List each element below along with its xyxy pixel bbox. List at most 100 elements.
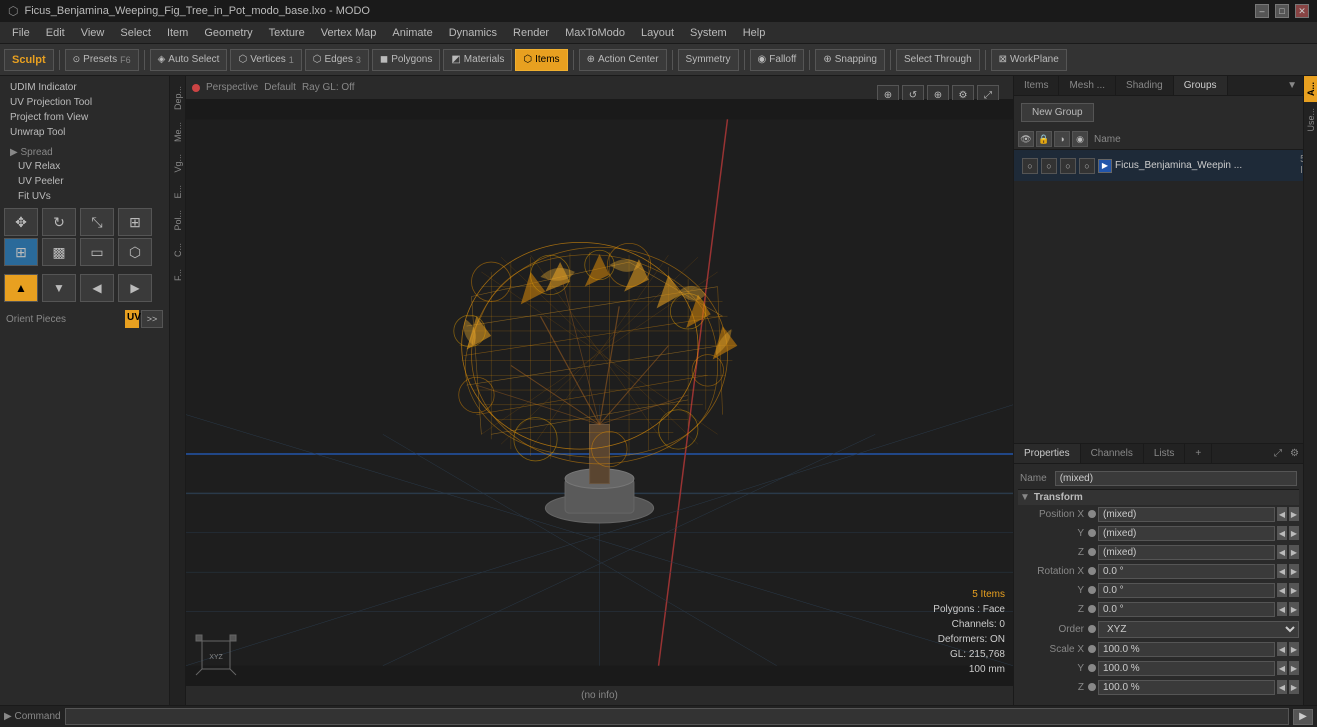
menu-edit[interactable]: Edit bbox=[38, 25, 73, 41]
rot-y-input[interactable] bbox=[1098, 583, 1275, 598]
group-vis-icon[interactable]: ◑ bbox=[1054, 131, 1070, 147]
vtab-vg[interactable]: Vg... bbox=[171, 148, 185, 179]
menu-item[interactable]: Item bbox=[159, 25, 196, 41]
scale-z-input[interactable] bbox=[1098, 680, 1275, 695]
group-item-row[interactable]: ○ ○ ○ ○ ▶ Ficus_Benjamina_Weepin ... 5 I… bbox=[1014, 150, 1303, 181]
rot-z-left[interactable]: ◀ bbox=[1277, 602, 1287, 616]
menu-select[interactable]: Select bbox=[112, 25, 159, 41]
ptab-lists[interactable]: Lists bbox=[1144, 444, 1186, 463]
rot-z-right[interactable]: ▶ bbox=[1289, 602, 1299, 616]
props-settings-btn[interactable]: ⚙ bbox=[1286, 444, 1303, 463]
pos-y-left[interactable]: ◀ bbox=[1277, 526, 1287, 540]
nav-cube[interactable]: XYZ bbox=[194, 633, 238, 677]
new-group-button[interactable]: New Group bbox=[1021, 103, 1094, 122]
scale-z-left[interactable]: ◀ bbox=[1277, 680, 1287, 694]
action-center-button[interactable]: ⊕ Action Center bbox=[579, 49, 667, 71]
rot-y-right[interactable]: ▶ bbox=[1289, 583, 1299, 597]
vtab-c[interactable]: C... bbox=[171, 237, 185, 263]
close-button[interactable]: ✕ bbox=[1295, 4, 1309, 18]
pos-z-right[interactable]: ▶ bbox=[1289, 545, 1299, 559]
falloff-button[interactable]: ◉ Falloff bbox=[750, 49, 805, 71]
udim-indicator-tool[interactable]: UDIM Indicator bbox=[4, 80, 165, 95]
pos-y-input[interactable] bbox=[1098, 526, 1275, 541]
menu-help[interactable]: Help bbox=[735, 25, 774, 41]
plane-btn[interactable]: ▭ bbox=[80, 238, 114, 266]
maximize-button[interactable]: □ bbox=[1275, 4, 1289, 18]
ptab-properties[interactable]: Properties bbox=[1014, 444, 1081, 463]
checkers-btn[interactable]: ▩ bbox=[42, 238, 76, 266]
menu-texture[interactable]: Texture bbox=[261, 25, 313, 41]
rot-z-input[interactable] bbox=[1098, 602, 1275, 617]
fit-uvs-tool[interactable]: Fit UVs bbox=[4, 189, 165, 204]
rtab-shading[interactable]: Shading bbox=[1116, 76, 1174, 95]
snapping-button[interactable]: ⊕ Snapping bbox=[815, 49, 885, 71]
materials-button[interactable]: ◩ Materials bbox=[443, 49, 512, 71]
command-run-button[interactable]: ▶ bbox=[1293, 709, 1313, 725]
arrow-down-btn[interactable]: ▼ bbox=[42, 274, 76, 302]
project-from-view-tool[interactable]: Project from View bbox=[4, 110, 165, 125]
rot-x-input[interactable] bbox=[1098, 564, 1275, 579]
rtab-mesh[interactable]: Mesh ... bbox=[1059, 76, 1116, 95]
move-tool-btn[interactable]: ✥ bbox=[4, 208, 38, 236]
select-through-button[interactable]: Select Through bbox=[896, 49, 980, 71]
group-lock-icon[interactable]: 🔒 bbox=[1036, 131, 1052, 147]
transform-tool-btn[interactable]: ⊞ bbox=[118, 208, 152, 236]
menu-layout[interactable]: Layout bbox=[633, 25, 682, 41]
auto-select-button[interactable]: ◈ Auto Select bbox=[150, 49, 228, 71]
scale-y-input[interactable] bbox=[1098, 661, 1275, 676]
rot-x-right[interactable]: ▶ bbox=[1289, 564, 1299, 578]
symmetry-button[interactable]: Symmetry bbox=[678, 49, 739, 71]
right-expand-btn[interactable]: ▼ bbox=[1281, 76, 1303, 95]
vtab-dep[interactable]: Dep... bbox=[171, 80, 185, 116]
transform-section-header[interactable]: ▼ Transform bbox=[1018, 489, 1299, 505]
mesh-btn[interactable]: ⬡ bbox=[118, 238, 152, 266]
menu-maxtomodo[interactable]: MaxToModo bbox=[557, 25, 633, 41]
group-eye-icon[interactable]: 👁 bbox=[1018, 131, 1034, 147]
props-expand-btn[interactable]: ⤢ bbox=[1270, 444, 1286, 463]
vtab-pol[interactable]: Pol... bbox=[171, 204, 185, 237]
rtab-items[interactable]: Items bbox=[1014, 76, 1059, 95]
menu-render[interactable]: Render bbox=[505, 25, 557, 41]
scale-x-input[interactable] bbox=[1098, 642, 1275, 657]
edges-button[interactable]: ⬡ Edges 3 bbox=[305, 49, 369, 71]
rvtab-a[interactable]: A... bbox=[1304, 76, 1317, 102]
group-item-lock[interactable]: ○ bbox=[1041, 158, 1057, 174]
ptab-add[interactable]: + bbox=[1185, 444, 1212, 463]
menu-file[interactable]: File bbox=[4, 25, 38, 41]
items-button[interactable]: ⬡ Items bbox=[515, 49, 567, 71]
presets-button[interactable]: ⊙ Presets F6 bbox=[65, 49, 139, 71]
uv-grid-btn[interactable]: ⊞ bbox=[4, 238, 38, 266]
scale-x-left[interactable]: ◀ bbox=[1277, 642, 1287, 656]
pos-y-right[interactable]: ▶ bbox=[1289, 526, 1299, 540]
menu-dynamics[interactable]: Dynamics bbox=[441, 25, 505, 41]
name-prop-input[interactable] bbox=[1055, 471, 1297, 486]
titlebar-controls[interactable]: – □ ✕ bbox=[1255, 4, 1309, 18]
rot-x-left[interactable]: ◀ bbox=[1277, 564, 1287, 578]
menu-animate[interactable]: Animate bbox=[384, 25, 440, 41]
scale-x-right[interactable]: ▶ bbox=[1289, 642, 1299, 656]
rvtab-use[interactable]: Use... bbox=[1304, 102, 1317, 138]
menu-geometry[interactable]: Geometry bbox=[196, 25, 260, 41]
vtab-e[interactable]: E... bbox=[171, 179, 185, 205]
uv-relax-tool[interactable]: UV Relax bbox=[4, 159, 165, 174]
more-btn[interactable]: >> bbox=[141, 310, 163, 328]
arrow-left-btn[interactable]: ◀ bbox=[80, 274, 114, 302]
unwrap-tool[interactable]: Unwrap Tool bbox=[4, 125, 165, 140]
group-item-eye[interactable]: ○ bbox=[1022, 158, 1038, 174]
menu-vertexmap[interactable]: Vertex Map bbox=[313, 25, 385, 41]
polygons-button[interactable]: ◼ Polygons bbox=[372, 49, 440, 71]
minimize-button[interactable]: – bbox=[1255, 4, 1269, 18]
sculpt-button[interactable]: Sculpt bbox=[4, 49, 54, 71]
arrow-right-btn[interactable]: ▶ bbox=[118, 274, 152, 302]
pos-x-input[interactable] bbox=[1098, 507, 1275, 522]
uv-peeler-tool[interactable]: UV Peeler bbox=[4, 174, 165, 189]
viewport-canvas[interactable]: 5 Items Polygons : Face Channels: 0 Defo… bbox=[186, 100, 1013, 685]
group-render-icon[interactable]: ◉ bbox=[1072, 131, 1088, 147]
ptab-channels[interactable]: Channels bbox=[1081, 444, 1144, 463]
command-input[interactable] bbox=[65, 708, 1289, 725]
arrow-up-btn[interactable]: ▲ bbox=[4, 274, 38, 302]
scale-tool-btn[interactable]: ⤡ bbox=[80, 208, 114, 236]
uv-projection-tool[interactable]: UV Projection Tool bbox=[4, 95, 165, 110]
group-item-vis[interactable]: ○ bbox=[1060, 158, 1076, 174]
order-select[interactable]: XYZ bbox=[1098, 621, 1299, 638]
